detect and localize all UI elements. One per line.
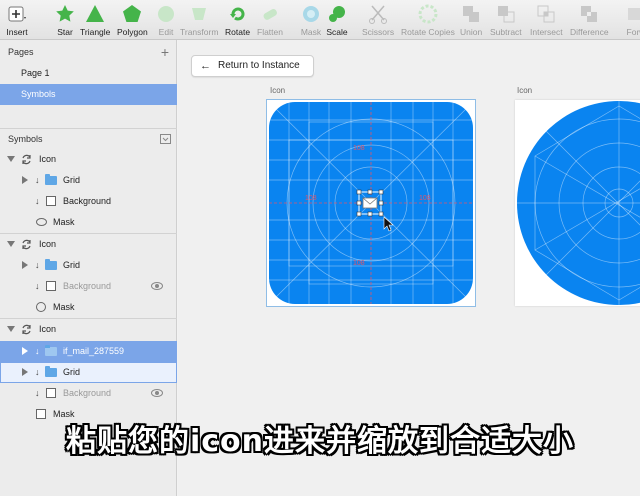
circle-mask-icon bbox=[36, 302, 46, 312]
difference-button[interactable]: Difference bbox=[570, 3, 609, 37]
rectangle-icon bbox=[46, 388, 56, 398]
scissors-icon bbox=[369, 5, 388, 24]
oval-mask-icon bbox=[36, 218, 47, 226]
clip-arrow-icon: ↓ bbox=[35, 281, 40, 291]
page-item-page-1[interactable]: Page 1 bbox=[0, 63, 177, 84]
rectangle-icon bbox=[46, 196, 56, 206]
disclosure-open-icon[interactable] bbox=[7, 326, 15, 332]
clip-arrow-icon: ↓ bbox=[35, 260, 40, 270]
layer-background-hidden[interactable]: ↓ Background bbox=[0, 383, 177, 404]
collapse-icon[interactable] bbox=[160, 134, 171, 144]
scale-button[interactable]: Scale bbox=[326, 3, 348, 37]
flatten-icon bbox=[263, 9, 277, 20]
page-item-symbols[interactable]: Symbols bbox=[0, 84, 177, 105]
clip-arrow-icon: ↓ bbox=[35, 346, 40, 356]
mask-button[interactable]: Mask bbox=[300, 3, 322, 37]
symbol-icon bbox=[22, 154, 31, 165]
scissors-button[interactable]: Scissors bbox=[362, 3, 394, 37]
disclosure-closed-icon[interactable] bbox=[22, 176, 28, 184]
svg-text:108: 108 bbox=[353, 145, 365, 152]
layer-background[interactable]: ↓ Background bbox=[0, 191, 177, 212]
folder-icon bbox=[45, 259, 57, 270]
arrow-left-icon: ← bbox=[200, 60, 211, 72]
artboard-label: Icon bbox=[270, 86, 286, 95]
artboard-icon-squircle[interactable]: 108 108 108 108 bbox=[267, 100, 475, 306]
layer-if-mail-selected[interactable]: ↓ if_mail_287559 bbox=[0, 341, 177, 362]
intersect-icon bbox=[537, 5, 555, 23]
folder-icon bbox=[45, 366, 57, 377]
triangle-icon bbox=[86, 5, 105, 22]
forward-icon bbox=[628, 8, 640, 20]
rotate-button[interactable]: Rotate bbox=[225, 3, 250, 37]
transform-icon bbox=[192, 8, 207, 20]
symbol-icon bbox=[22, 239, 31, 250]
layer-grid[interactable]: ↓ Grid bbox=[0, 362, 177, 383]
star-button[interactable]: Star bbox=[54, 3, 76, 37]
subtract-button[interactable]: Subtract bbox=[490, 3, 522, 37]
layer-symbol-icon[interactable]: Icon bbox=[0, 149, 177, 170]
layers-header: Symbols bbox=[0, 129, 177, 149]
clip-arrow-icon: ↓ bbox=[35, 367, 40, 377]
rotate-copies-icon bbox=[418, 4, 438, 24]
artboard-icon-circle[interactable] bbox=[515, 100, 640, 306]
polygon-button[interactable]: Polygon bbox=[117, 3, 148, 37]
folder-icon bbox=[45, 174, 57, 185]
difference-icon bbox=[581, 6, 598, 22]
folder-icon bbox=[45, 345, 57, 356]
clip-arrow-icon: ↓ bbox=[35, 196, 40, 206]
symbol-icon bbox=[22, 324, 31, 335]
disclosure-closed-icon[interactable] bbox=[22, 368, 28, 376]
layer-grid[interactable]: ↓ Grid bbox=[0, 255, 177, 276]
svg-text:108: 108 bbox=[419, 195, 431, 202]
add-page-button[interactable]: + bbox=[161, 42, 169, 62]
clip-arrow-icon: ↓ bbox=[35, 175, 40, 185]
transform-button[interactable]: Transform bbox=[180, 3, 218, 37]
eye-icon[interactable] bbox=[151, 282, 163, 290]
svg-text:108: 108 bbox=[305, 195, 317, 202]
intersect-button[interactable]: Intersect bbox=[530, 3, 563, 37]
scale-icon bbox=[329, 6, 345, 22]
union-icon bbox=[463, 6, 480, 22]
layer-symbol-icon[interactable]: Icon bbox=[0, 319, 177, 340]
polygon-icon bbox=[123, 5, 142, 22]
disclosure-open-icon[interactable] bbox=[7, 156, 15, 162]
return-to-instance-button[interactable]: ← Return to Instance bbox=[191, 55, 314, 77]
flatten-button[interactable]: Flatten bbox=[257, 3, 283, 37]
layer-mask[interactable]: Mask bbox=[0, 297, 177, 318]
video-subtitle: 粘贴您的icon进来并缩放到合适大小 bbox=[65, 424, 575, 459]
toolbar: Insert Star Triangle Polygon Edit Transf… bbox=[0, 0, 640, 40]
edit-icon bbox=[158, 6, 174, 22]
artboard-label: Icon bbox=[517, 86, 533, 95]
forward-button[interactable]: Forw bbox=[625, 3, 640, 37]
icon-grid-canvas bbox=[515, 100, 640, 306]
pages-header: Pages + bbox=[8, 42, 169, 62]
disclosure-open-icon[interactable] bbox=[7, 241, 15, 247]
insert-button[interactable]: Insert bbox=[6, 3, 28, 37]
layer-grid[interactable]: ↓ Grid bbox=[0, 170, 177, 191]
union-button[interactable]: Union bbox=[460, 3, 482, 37]
rectangle-icon bbox=[46, 281, 56, 291]
edit-button[interactable]: Edit bbox=[155, 3, 177, 37]
eye-icon[interactable] bbox=[151, 389, 163, 397]
clip-arrow-icon: ↓ bbox=[35, 388, 40, 398]
icon-grid-canvas: 108 108 108 108 bbox=[268, 101, 474, 305]
triangle-button[interactable]: Triangle bbox=[80, 3, 110, 37]
mask-icon bbox=[303, 6, 319, 22]
subtract-icon bbox=[497, 6, 515, 23]
layer-mask[interactable]: Mask bbox=[0, 212, 177, 233]
layer-symbol-icon[interactable]: Icon bbox=[0, 234, 177, 255]
layer-background-hidden[interactable]: ↓ Background bbox=[0, 276, 177, 297]
svg-text:108: 108 bbox=[353, 260, 365, 267]
star-icon bbox=[56, 5, 74, 22]
disclosure-closed-icon[interactable] bbox=[22, 261, 28, 269]
rotate-copies-button[interactable]: Rotate Copies bbox=[401, 3, 455, 37]
rotate-icon bbox=[229, 7, 244, 21]
disclosure-closed-icon[interactable] bbox=[22, 347, 28, 355]
plus-icon bbox=[8, 6, 26, 22]
